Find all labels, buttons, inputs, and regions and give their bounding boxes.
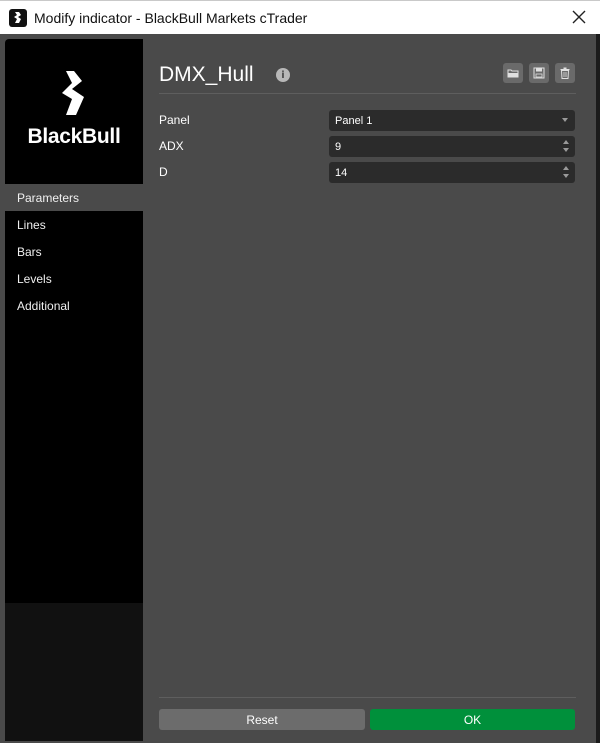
open-folder-icon [507,69,519,78]
sidebar-item-bars[interactable]: Bars [5,238,143,265]
close-button[interactable] [570,8,588,26]
delete-button[interactable] [555,63,575,83]
sidebar-item-label: Additional [17,298,70,313]
sidebar-item-label: Bars [17,244,42,259]
param-label: ADX [159,139,184,153]
footer-divider [159,697,576,698]
spin-down-icon[interactable] [563,174,569,178]
number-spinner [563,139,570,154]
sidebar-footer-area [5,603,143,741]
sidebar-item-label: Lines [17,217,46,232]
info-icon[interactable]: i [276,68,290,82]
number-spinner [563,165,570,180]
sidebar: BlackBull Parameters Lines Bars Levels A… [5,39,143,741]
save-icon [533,67,545,79]
window-edge [596,34,600,743]
adx-input[interactable]: 9 [329,136,575,157]
sidebar-item-levels[interactable]: Levels [5,265,143,292]
panel-select[interactable]: Panel 1 [329,110,575,131]
sidebar-item-parameters[interactable]: Parameters [5,184,143,211]
trash-icon [560,67,570,79]
spin-down-icon[interactable] [563,148,569,152]
input-value: 14 [335,166,348,179]
chevron-down-icon [562,118,568,122]
param-row-d: D 14 [159,162,576,183]
window-title: Modify indicator - BlackBull Markets cTr… [34,9,308,26]
title-bar: Modify indicator - BlackBull Markets cTr… [0,0,600,34]
reset-button[interactable]: Reset [159,709,365,730]
spin-up-icon[interactable] [563,140,569,144]
header-divider [159,93,576,94]
param-row-adx: ADX 9 [159,136,576,157]
sidebar-item-lines[interactable]: Lines [5,211,143,238]
sidebar-item-additional[interactable]: Additional [5,292,143,319]
d-input[interactable]: 14 [329,162,575,183]
param-label: Panel [159,113,190,127]
save-button[interactable] [529,63,549,83]
panel-header: DMX_Hull i [159,61,576,95]
open-button[interactable] [503,63,523,83]
indicator-title: DMX_Hull [159,63,254,86]
brand-name: BlackBull [27,125,121,148]
brand-logo: BlackBull [5,69,143,149]
param-row-panel: Panel Panel 1 [159,110,576,131]
dialog-body: BlackBull Parameters Lines Bars Levels A… [0,34,596,743]
select-value: Panel 1 [335,114,373,127]
ok-button[interactable]: OK [370,709,575,730]
sidebar-item-label: Parameters [17,190,80,205]
blackbull-logo-icon [62,71,84,115]
param-label: D [159,165,168,179]
close-icon [572,10,586,24]
sidebar-nav: Parameters Lines Bars Levels Additional [5,184,143,319]
sidebar-item-label: Levels [17,271,52,286]
spin-up-icon[interactable] [563,166,569,170]
app-icon [9,8,27,27]
input-value: 9 [335,140,342,153]
main-panel: DMX_Hull i Panel Panel 1 ADX 9 D 14 Rese… [159,34,576,743]
